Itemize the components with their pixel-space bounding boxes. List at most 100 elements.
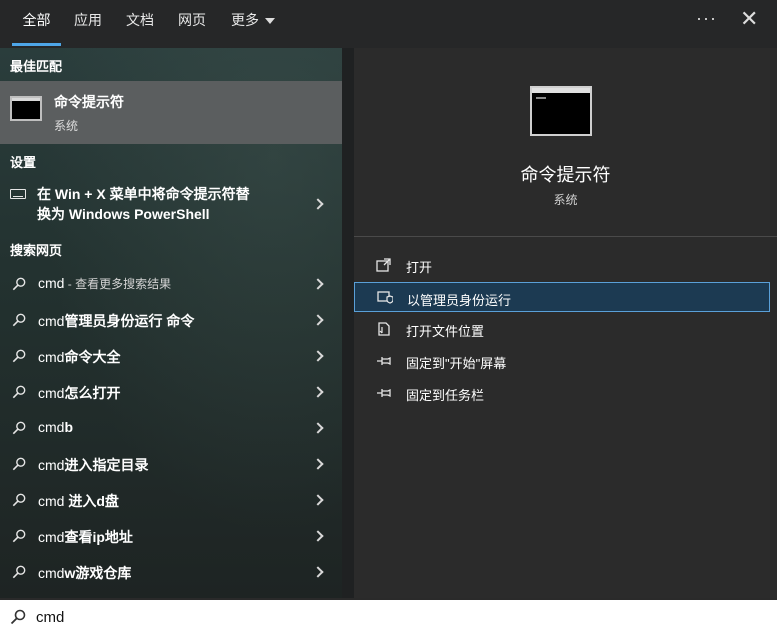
tab-label: 文档 <box>126 12 154 28</box>
query-text: cmd <box>38 313 65 329</box>
search-icon <box>12 277 26 291</box>
top-bar: 全部 应用 文档 网页 更多 ··· ✕ <box>0 0 777 48</box>
web-result-item[interactable]: cmd查看ip地址 <box>0 518 342 554</box>
results-pane: 最佳匹配 命令提示符 系统 设置 在 Win + X 菜单中将命令提示符替 换为… <box>0 48 342 598</box>
setting-line-2: 换为 Windows PowerShell <box>37 206 210 222</box>
chevron-right-icon[interactable] <box>312 422 324 434</box>
divider <box>354 236 777 237</box>
detail-action-item[interactable]: 固定到"开始"屏幕 <box>354 346 770 376</box>
web-result-item[interactable]: cmd进入指定目录 <box>0 446 342 482</box>
tab-all[interactable]: 全部 <box>12 0 61 46</box>
query-text: cmd <box>38 275 65 291</box>
suffix-text: - 查看更多搜索结果 <box>64 277 172 291</box>
web-result-item[interactable]: cmd管理员身份运行 命令 <box>0 302 342 338</box>
tab-documents[interactable]: 文档 <box>122 0 158 46</box>
query-text: cmd <box>38 493 65 509</box>
suggestion-text: 进入指定目录 <box>64 457 149 473</box>
detail-title: 命令提示符 <box>520 165 611 185</box>
detail-action-item[interactable]: 固定到任务栏 <box>354 378 770 408</box>
chevron-right-icon[interactable] <box>312 198 324 210</box>
chevron-right-icon[interactable] <box>312 458 324 470</box>
chevron-right-icon[interactable] <box>312 566 324 578</box>
best-match-heading: 最佳匹配 <box>10 59 63 74</box>
detail-action-item[interactable]: 以管理员身份运行 <box>354 282 770 312</box>
action-label: 固定到"开始"屏幕 <box>406 356 507 371</box>
query-text: cmd <box>38 565 65 581</box>
action-label: 打开文件位置 <box>406 324 485 339</box>
web-result-item[interactable]: cmdw游戏仓库 <box>0 554 342 590</box>
chevron-right-icon[interactable] <box>312 494 324 506</box>
detail-action-item[interactable]: 打开文件位置 <box>354 314 770 344</box>
chevron-right-icon[interactable] <box>312 386 324 398</box>
cmd-icon <box>10 96 42 121</box>
suggestion-text: b <box>64 419 74 435</box>
suggestion-text: 查看ip地址 <box>64 529 133 545</box>
action-label: 打开 <box>406 260 433 275</box>
query-text: cmd <box>38 385 65 401</box>
action-label: 以管理员身份运行 <box>407 293 512 308</box>
tab-label: 更多 <box>231 12 259 28</box>
best-match-title: 命令提示符 <box>54 94 124 110</box>
web-result-item[interactable]: cmd怎么打开 <box>0 374 342 410</box>
web-result-label: cmd 进入d盘 <box>38 491 119 511</box>
web-result-item[interactable]: cmd - 查看更多搜索结果 <box>0 266 342 302</box>
tab-web[interactable]: 网页 <box>174 0 210 46</box>
web-result-label: cmd怎么打开 <box>38 383 120 403</box>
search-icon <box>12 565 26 579</box>
web-result-label: cmd查看ip地址 <box>38 527 133 547</box>
keyboard-icon <box>10 189 26 199</box>
tab-label: 全部 <box>22 12 51 28</box>
query-text: cmd <box>38 349 65 365</box>
settings-heading: 设置 <box>10 155 37 170</box>
suggestion-text: 管理员身份运行 命令 <box>64 313 195 329</box>
best-match-item[interactable]: 命令提示符 系统 <box>0 81 342 144</box>
web-result-label: cmd - 查看更多搜索结果 <box>38 275 171 292</box>
web-result-label: cmd进入指定目录 <box>38 455 148 475</box>
web-result-item[interactable]: cmd命令大全 <box>0 338 342 374</box>
search-icon <box>10 609 26 625</box>
more-options-button[interactable]: ··· <box>696 8 717 29</box>
search-icon <box>12 493 26 507</box>
chevron-right-icon[interactable] <box>312 530 324 542</box>
tab-label: 网页 <box>178 12 206 28</box>
web-result-label: cmdb <box>38 419 73 435</box>
search-icon <box>12 529 26 543</box>
query-text: cmd <box>38 529 65 545</box>
query-text: cmd <box>38 457 65 473</box>
search-bar <box>0 598 777 633</box>
chevron-right-icon[interactable] <box>312 278 324 290</box>
web-result-item[interactable]: cmdb <box>0 410 342 446</box>
query-text: cmd <box>38 419 65 435</box>
search-input[interactable] <box>36 605 736 629</box>
search-icon <box>12 313 26 327</box>
search-icon <box>12 385 26 399</box>
setting-item-label: 在 Win + X 菜单中将命令提示符替 换为 Windows PowerShe… <box>37 184 297 224</box>
suggestion-text: w游戏仓库 <box>64 565 132 581</box>
setting-item[interactable]: 在 Win + X 菜单中将命令提示符替 换为 Windows PowerShe… <box>0 180 342 228</box>
web-result-label: cmdw游戏仓库 <box>38 563 131 583</box>
close-button[interactable]: ✕ <box>740 6 758 32</box>
chevron-right-icon[interactable] <box>312 314 324 326</box>
action-label: 固定到任务栏 <box>406 388 485 403</box>
suggestion-text: 命令大全 <box>64 349 121 365</box>
detail-subtitle: 系统 <box>553 193 578 207</box>
tab-apps[interactable]: 应用 <box>70 0 106 46</box>
web-search-heading: 搜索网页 <box>10 243 63 258</box>
best-match-subtitle: 系统 <box>54 119 79 133</box>
suggestion-text: 怎么打开 <box>64 385 121 401</box>
web-result-item[interactable]: cmd 进入d盘 <box>0 482 342 518</box>
search-icon <box>12 349 26 363</box>
chevron-right-icon[interactable] <box>312 350 324 362</box>
detail-pane: 命令提示符 系统 打开以管理员身份运行 打开文件位置固定到"开始"屏幕 固定到任务栏 <box>354 48 777 598</box>
setting-line-1: 在 Win + X 菜单中将命令提示符替 <box>37 186 250 202</box>
suggestion-text: 进入d盘 <box>64 493 119 509</box>
web-result-label: cmd命令大全 <box>38 347 120 367</box>
caret-down-icon <box>265 18 275 25</box>
tab-label: 应用 <box>74 12 102 28</box>
search-icon <box>12 421 26 435</box>
search-icon <box>12 457 26 471</box>
tab-more[interactable]: 更多 <box>228 0 278 46</box>
web-result-label: cmd管理员身份运行 命令 <box>38 311 194 331</box>
cmd-app-icon <box>530 86 592 136</box>
detail-action-item[interactable]: 打开 <box>354 250 770 280</box>
